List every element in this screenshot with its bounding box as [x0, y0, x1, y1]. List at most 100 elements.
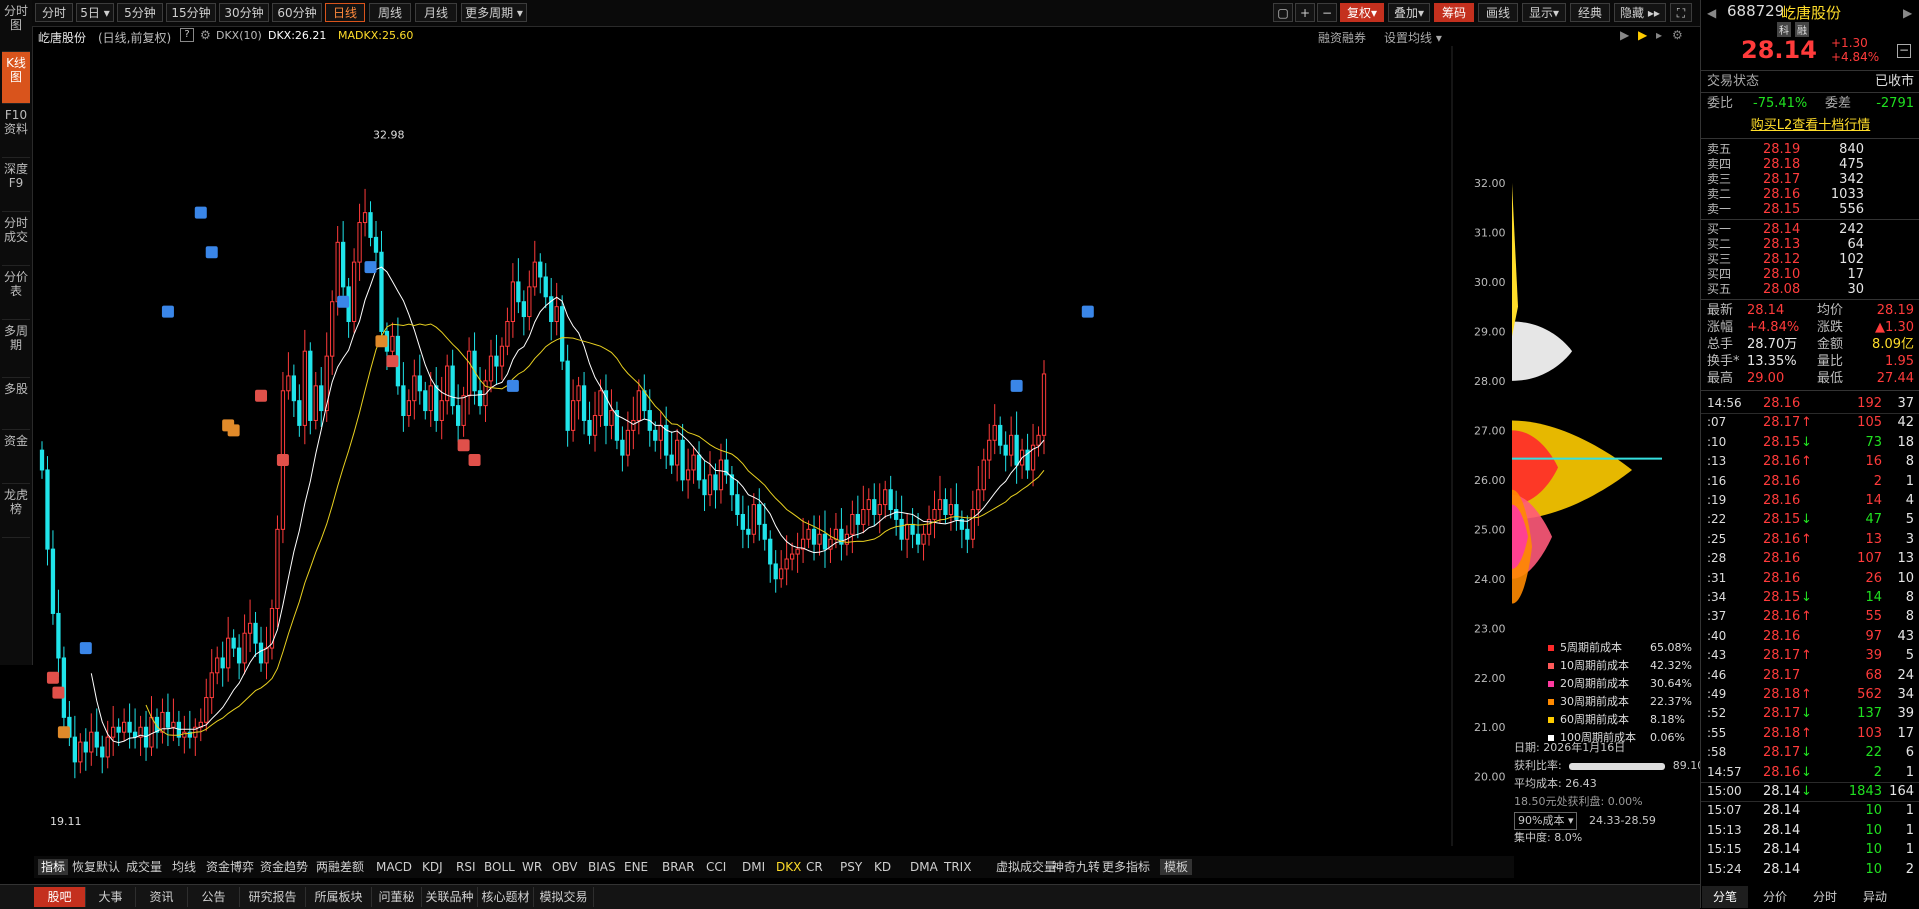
- indicator-3[interactable]: 均线: [172, 859, 196, 875]
- indicator-1[interactable]: 恢复默认: [72, 859, 120, 875]
- nav-5[interactable]: 分价表: [2, 266, 30, 320]
- tick-price: 28.16: [1763, 454, 1801, 470]
- indicator-18[interactable]: DKX: [776, 859, 801, 875]
- indicator-19[interactable]: CR: [806, 859, 823, 875]
- bottom-tab-8[interactable]: 核心题材: [478, 887, 534, 907]
- tick-price: 28.17: [1763, 706, 1801, 722]
- indicator-11[interactable]: WR: [522, 859, 542, 875]
- kline-chart[interactable]: 32.00 31.00 30.00 29.00 28.00 27.00 26.00 25.00…: [34, 46, 1516, 846]
- indicator-24[interactable]: 虚拟成交量: [996, 859, 1056, 875]
- bottom-tab-2[interactable]: 资讯: [136, 887, 188, 907]
- square-icon[interactable]: ▢: [1273, 3, 1293, 22]
- price-tick: 20.00: [1474, 771, 1506, 784]
- nav-1[interactable]: K线图: [2, 52, 30, 104]
- nav-8[interactable]: 资金: [2, 430, 30, 484]
- profit-at-price: 18.50元处获利盘: 0.00%: [1514, 795, 1643, 808]
- indicator-17[interactable]: DMI: [742, 859, 765, 875]
- tab-5min[interactable]: 5分钟: [117, 3, 163, 22]
- bottom-tab-7[interactable]: 关联品种: [422, 887, 478, 907]
- tab-daily[interactable]: 日线: [325, 3, 365, 22]
- tab-5day[interactable]: 5日 ▾: [76, 3, 114, 22]
- tick-volume: 39: [1865, 648, 1882, 664]
- nav-2[interactable]: F10资料: [2, 104, 30, 158]
- indicator-27[interactable]: 模板: [1160, 859, 1193, 875]
- minus-icon[interactable]: −: [1317, 3, 1337, 22]
- tick-time: :43: [1707, 648, 1727, 663]
- bottom-tab-0[interactable]: 股吧: [34, 887, 86, 907]
- indicator-0[interactable]: 指标: [38, 859, 69, 875]
- nav-3[interactable]: 深度F9: [2, 158, 30, 212]
- bottom-tab-9[interactable]: 模拟交易: [534, 887, 594, 907]
- tab-more-period[interactable]: 更多周期 ▾: [461, 3, 527, 22]
- right-tab-1[interactable]: 分价: [1752, 886, 1798, 908]
- next-arrow-icon[interactable]: ▶: [1903, 6, 1912, 20]
- tab-fenshi[interactable]: 分时: [35, 3, 73, 22]
- bottom-tab-5[interactable]: 所属板块: [306, 887, 372, 907]
- play-icon[interactable]: ▶: [1620, 28, 1629, 42]
- indicator-23[interactable]: TRIX: [944, 859, 971, 875]
- right-tab-3[interactable]: 异动: [1852, 886, 1898, 908]
- play-active-icon[interactable]: ▶: [1638, 28, 1647, 42]
- set-ma-button[interactable]: 设置均线 ▾: [1384, 29, 1442, 46]
- indicator-6[interactable]: 两融差额: [316, 859, 364, 875]
- tick-time: :28: [1707, 551, 1727, 566]
- settings-icon[interactable]: ⚙: [1672, 28, 1683, 42]
- indicator-15[interactable]: BRAR: [662, 859, 695, 875]
- tab-monthly[interactable]: 月线: [415, 3, 457, 22]
- draw-line-button[interactable]: 画线: [1478, 3, 1518, 22]
- classic-button[interactable]: 经典: [1570, 3, 1610, 22]
- hide-button[interactable]: 隐藏 ▸▸: [1614, 3, 1666, 22]
- candle-body: [620, 439, 625, 456]
- l2-link-text[interactable]: 购买L2查看十档行情: [1707, 117, 1914, 134]
- indicator-2[interactable]: 成交量: [126, 859, 162, 875]
- fuquan-button[interactable]: 复权▾: [1340, 3, 1384, 22]
- buy-label: 买五: [1707, 282, 1732, 296]
- indicator-4[interactable]: 资金博弈: [206, 859, 254, 875]
- indicator-9[interactable]: RSI: [456, 859, 476, 875]
- indicator-8[interactable]: KDJ: [422, 859, 443, 875]
- chart-stock-name: 屹唐股份: [38, 31, 87, 45]
- nav-6[interactable]: 多周期: [2, 320, 30, 378]
- indicator-21[interactable]: KD: [874, 859, 891, 875]
- help-icon[interactable]: ?: [180, 28, 194, 42]
- fullscreen-icon[interactable]: ⛶: [1670, 3, 1692, 22]
- right-tab-0[interactable]: 分笔: [1702, 886, 1748, 908]
- bottom-tab-3[interactable]: 公告: [188, 887, 240, 907]
- indicator-22[interactable]: DMA: [910, 859, 938, 875]
- l2-link[interactable]: 购买L2查看十档行情: [1707, 117, 1914, 134]
- tab-30min[interactable]: 30分钟: [219, 3, 269, 22]
- indicator-5[interactable]: 资金趋势: [260, 859, 308, 875]
- tab-60min[interactable]: 60分钟: [272, 3, 322, 22]
- nav-4[interactable]: 分时成交: [2, 212, 30, 266]
- tick-volume: 22: [1865, 745, 1882, 761]
- collapse-icon[interactable]: −: [1897, 44, 1911, 58]
- indicator-14[interactable]: ENE: [624, 859, 648, 875]
- bottom-tab-1[interactable]: 大事: [86, 887, 136, 907]
- nav-9[interactable]: 龙虎榜: [2, 484, 30, 538]
- cost-range-select[interactable]: 90%成本 ▾: [1514, 812, 1578, 830]
- prev-arrow-icon[interactable]: ◀: [1707, 6, 1716, 20]
- indicator-20[interactable]: PSY: [840, 859, 862, 875]
- bottom-tab-6[interactable]: 问董秘: [372, 887, 422, 907]
- gear-icon[interactable]: ⚙: [200, 28, 211, 42]
- bottom-tab-4[interactable]: 研究报告: [240, 887, 306, 907]
- right-tab-2[interactable]: 分时: [1802, 886, 1848, 908]
- indicator-25[interactable]: 神奇九转: [1052, 859, 1100, 875]
- legend-swatch: [1548, 699, 1554, 705]
- indicator-16[interactable]: CCI: [706, 859, 726, 875]
- rzrq-button[interactable]: 融资融券: [1318, 29, 1366, 46]
- diejia-button[interactable]: 叠加▾: [1388, 3, 1430, 22]
- chouma-button[interactable]: 筹码: [1434, 3, 1474, 22]
- nav-0[interactable]: 分时图: [2, 0, 30, 52]
- indicator-12[interactable]: OBV: [552, 859, 578, 875]
- step-icon[interactable]: ▸: [1656, 28, 1662, 42]
- indicator-13[interactable]: BIAS: [588, 859, 616, 875]
- indicator-7[interactable]: MACD: [376, 859, 412, 875]
- tab-weekly[interactable]: 周线: [369, 3, 411, 22]
- indicator-26[interactable]: 更多指标: [1102, 859, 1150, 875]
- display-button[interactable]: 显示▾: [1522, 3, 1566, 22]
- tab-15min[interactable]: 15分钟: [166, 3, 216, 22]
- nav-7[interactable]: 多股: [2, 378, 30, 430]
- indicator-10[interactable]: BOLL: [484, 859, 515, 875]
- plus-icon[interactable]: +: [1295, 3, 1315, 22]
